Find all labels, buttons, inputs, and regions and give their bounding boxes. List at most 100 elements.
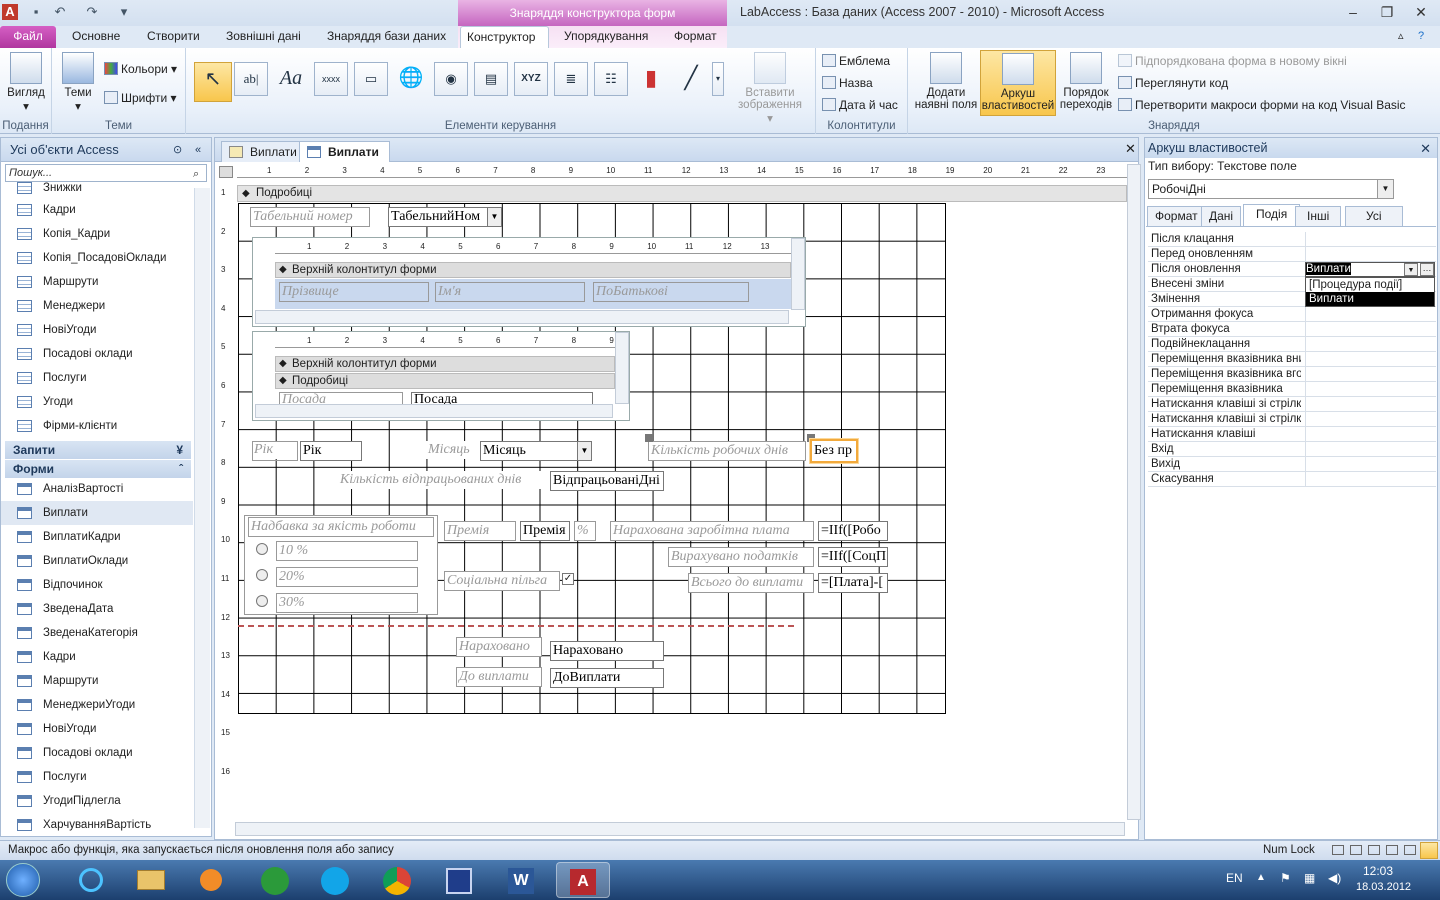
nav-table-item[interactable]: Кадри: [1, 198, 193, 222]
accrued-salary-field[interactable]: =IIf([Робо: [818, 521, 888, 541]
tab-design[interactable]: Конструктор: [460, 26, 549, 48]
tab-file[interactable]: Файл: [0, 26, 56, 48]
chevron-down-icon[interactable]: ▼: [577, 442, 591, 460]
nav-form-item[interactable]: АналізВартості: [1, 477, 193, 501]
subform-personnel[interactable]: 1 2 3 4 5 6 7 8 9 10 11 12 13 ◆ Верхній колонтитул фо…: [252, 237, 806, 327]
nav-form-item[interactable]: ХарчуванняВартість: [1, 813, 193, 837]
page-break-control-icon[interactable]: ≣: [554, 62, 588, 96]
tab-create[interactable]: Створити: [141, 26, 206, 48]
nav-form-item[interactable]: ЗведенаКатегорія: [1, 621, 193, 645]
property-row[interactable]: Натискання клавіші зі стрілк: [1148, 412, 1436, 427]
nav-form-item[interactable]: ВиплатиКадри: [1, 525, 193, 549]
nav-form-item[interactable]: ВиплатиОклади: [1, 549, 193, 573]
colors-button[interactable]: Кольори ▾: [104, 62, 177, 76]
percent-label[interactable]: %: [574, 521, 596, 541]
property-value[interactable]: [1305, 472, 1433, 487]
access-taskbar-icon[interactable]: A: [556, 862, 610, 898]
surname-label[interactable]: Прізвище: [279, 282, 429, 302]
help-icon[interactable]: ?: [1412, 26, 1430, 48]
chevron-down-icon[interactable]: ▼: [1404, 263, 1418, 276]
property-row[interactable]: Натискання клавіші: [1148, 427, 1436, 442]
prop-tab-all[interactable]: Усі: [1345, 206, 1403, 226]
tab-home[interactable]: Основне: [66, 26, 126, 48]
form-design-grid[interactable]: Табельний номер ТабельнийНом ▼ 1234567891…: [238, 203, 946, 714]
utorrent-icon[interactable]: [248, 862, 302, 898]
view-code-button[interactable]: Переглянути код: [1118, 76, 1228, 90]
nav-table-item[interactable]: Маршрути: [1, 270, 193, 294]
themes-button[interactable]: Теми ▾: [58, 50, 98, 113]
nav-table-item[interactable]: Фірми-клієнти: [1, 414, 193, 438]
month-label[interactable]: Місяць: [426, 441, 474, 459]
property-value[interactable]: [1305, 397, 1433, 412]
close-document-icon[interactable]: ✕: [1125, 141, 1136, 157]
nav-form-item[interactable]: Посадові оклади: [1, 741, 193, 765]
nav-collapse-icon[interactable]: «: [195, 138, 201, 162]
object-selector[interactable]: РобочіДні ▼: [1148, 179, 1394, 199]
clock-date[interactable]: 18.03.2012: [1356, 881, 1411, 893]
nav-form-item[interactable]: Виплати: [1, 501, 193, 525]
property-row[interactable]: Подвійнеклацання: [1148, 337, 1436, 352]
after-update-input[interactable]: Виплати ▼…: [1305, 262, 1435, 277]
datasheet-view-icon[interactable]: [1350, 845, 1362, 855]
label-control-icon[interactable]: Aa: [274, 62, 308, 96]
patronymic-label[interactable]: ПоБатькові: [593, 282, 749, 302]
media-player-icon[interactable]: [184, 862, 238, 898]
property-value[interactable]: [1305, 352, 1433, 367]
property-value[interactable]: [1305, 427, 1433, 442]
chevron-down-icon[interactable]: ▼: [487, 208, 501, 226]
tray-network-icon[interactable]: ▦: [1304, 871, 1315, 885]
language-indicator[interactable]: EN: [1226, 871, 1243, 885]
dropdown-item-viplati[interactable]: Виплати: [1306, 292, 1434, 306]
clock-time[interactable]: 12:03: [1363, 864, 1393, 878]
nav-table-item[interactable]: Знижки: [1, 176, 193, 200]
property-row[interactable]: Втрата фокуса: [1148, 322, 1436, 337]
convert-macros-button[interactable]: Перетворити макроси форми на код Visual …: [1118, 98, 1406, 112]
chrome-icon[interactable]: [370, 862, 424, 898]
layout-view-icon[interactable]: [1368, 845, 1380, 855]
social-benefit-checkbox[interactable]: ✓: [562, 573, 574, 585]
property-value[interactable]: [1305, 247, 1433, 262]
design-view-icon[interactable]: [1420, 842, 1438, 859]
close-property-sheet-icon[interactable]: ✕: [1420, 139, 1431, 159]
nav-table-item[interactable]: Копія_Кадри: [1, 222, 193, 246]
save-app-icon[interactable]: [432, 862, 486, 898]
tab-number-label[interactable]: Табельний номер: [250, 207, 370, 227]
worked-days-field[interactable]: ВідпрацьованіДні: [550, 471, 664, 491]
subform2-detail-bar[interactable]: ◆ Подробиці: [275, 373, 615, 389]
form-view-icon[interactable]: [1332, 845, 1344, 855]
tray-arrow-icon[interactable]: ▲: [1256, 872, 1266, 883]
move-handle[interactable]: [645, 434, 653, 442]
pivot-view-icon[interactable]: [1404, 845, 1416, 855]
property-row[interactable]: Після клацання: [1148, 232, 1436, 247]
tab-control-icon[interactable]: ▭: [354, 62, 388, 96]
navigation-control-icon[interactable]: ▤: [474, 62, 508, 96]
nav-form-item[interactable]: МенеджериУгоди: [1, 693, 193, 717]
total-field[interactable]: =[Плата]-[: [818, 573, 888, 593]
option-30-label[interactable]: 30%: [276, 593, 418, 613]
to-pay-label[interactable]: До виплати: [456, 667, 542, 687]
ie-icon[interactable]: [64, 862, 118, 898]
property-row[interactable]: Переміщення вказівника: [1148, 382, 1436, 397]
property-row[interactable]: Отримання фокуса: [1148, 307, 1436, 322]
tray-volume-icon[interactable]: ◀): [1328, 871, 1341, 885]
access-app-icon[interactable]: A: [2, 4, 18, 20]
add-existing-fields-button[interactable]: Додати наявні поля: [912, 50, 980, 111]
nav-table-item[interactable]: Копія_ПосадовіОклади: [1, 246, 193, 270]
subform-new-window-button[interactable]: Підпорядкована форма в новому вікні: [1118, 54, 1347, 68]
chevron-down-icon[interactable]: ▼: [1377, 180, 1393, 198]
tab-number-combo[interactable]: ТабельнийНом ▼: [388, 207, 502, 227]
view-button[interactable]: Вигляд ▾: [4, 50, 48, 113]
quality-label[interactable]: Надбавка за якість роботи: [248, 517, 434, 537]
subform1-header-bar[interactable]: ◆ Верхній колонтитул форми: [275, 262, 791, 278]
to-pay-field[interactable]: ДоВиплати: [550, 668, 664, 688]
start-button-icon[interactable]: [6, 863, 40, 897]
tab-format[interactable]: Формат: [668, 26, 723, 48]
skype-icon[interactable]: [308, 862, 362, 898]
property-sheet-button[interactable]: Аркуш властивостей: [980, 50, 1056, 116]
nav-menu-chevron-icon[interactable]: ⊙: [173, 138, 182, 162]
tray-flag-icon[interactable]: ⚑: [1280, 871, 1291, 885]
subform1-vscroll[interactable]: [791, 238, 805, 310]
line-control-icon[interactable]: ╱: [674, 62, 708, 96]
subform-position[interactable]: 1 2 3 4 5 6 7 8 9 ◆ Верхній колонтитул форми ◆ Под…: [252, 331, 630, 421]
property-value[interactable]: [1305, 382, 1433, 397]
